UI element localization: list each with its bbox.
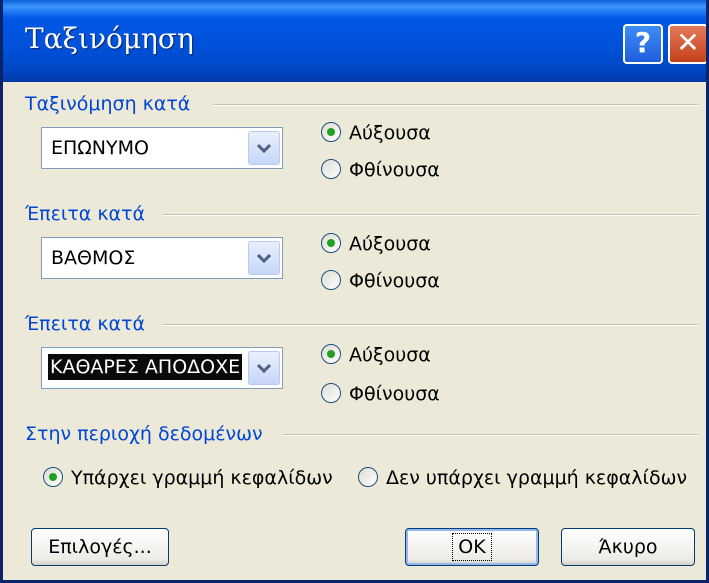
then-by-1-label: Έπειτα κατά [25,203,146,225]
data-range-label: Στην περιοχή δεδομένων [25,423,263,445]
radio-icon [358,466,378,487]
then-by-2-descending-label: Φθίνουσα [349,383,440,405]
section-divider [163,214,698,216]
close-icon: ✕ [676,26,700,59]
options-button-label: Επιλογές... [48,536,152,558]
no-header-radio[interactable]: Δεν υπάρχει γραμμή κεφαλίδων [358,466,688,489]
chevron-down-icon[interactable] [248,241,280,275]
title-bar[interactable]: Ταξινόμηση ? ✕ [3,0,706,82]
radio-icon [321,158,341,179]
cancel-button[interactable]: Άκυρο [561,528,695,566]
then-by-1-descending-label: Φθίνουσα [349,270,440,292]
has-header-label: Υπάρχει γραμμή κεφαλίδων [71,467,333,489]
radio-selected-icon [43,466,63,487]
sort-dialog: Ταξινόμηση ? ✕ Ταξινόμηση κατά ΕΠΩΝΥΜΟ Α… [0,0,709,583]
then-by-2-label: Έπειτα κατά [25,313,146,335]
sort-by-descending-label: Φθίνουσα [349,159,440,181]
radio-icon [321,269,341,290]
radio-selected-icon [321,232,341,253]
help-button[interactable]: ? [623,24,663,64]
section-divider [283,434,698,436]
options-button[interactable]: Επιλογές... [31,528,169,566]
then-by-1-value: ΒΑΘΜΟΣ [51,247,136,269]
sort-by-label: Ταξινόμηση κατά [25,93,191,115]
radio-selected-icon [321,121,341,142]
help-icon: ? [634,26,652,59]
ok-button-label: OK [452,533,492,561]
ok-button[interactable]: OK [405,528,539,566]
sort-by-descending-radio[interactable]: Φθίνουσα [321,158,440,181]
close-button[interactable]: ✕ [668,24,706,64]
then-by-2-ascending-radio[interactable]: Αύξουσα [321,343,431,366]
then-by-2-descending-radio[interactable]: Φθίνουσα [321,382,440,405]
section-divider [213,104,698,106]
no-header-label: Δεν υπάρχει γραμμή κεφαλίδων [386,467,688,489]
sort-by-ascending-radio[interactable]: Αύξουσα [321,121,431,144]
dialog-title: Ταξινόμηση [25,22,194,55]
chevron-down-icon[interactable] [248,131,280,165]
section-divider [163,324,698,326]
sort-by-value: ΕΠΩΝΥΜΟ [51,137,149,159]
cancel-button-label: Άκυρο [598,536,658,558]
then-by-1-select[interactable]: ΒΑΘΜΟΣ [41,237,283,279]
then-by-2-value: ΚΑΘΑΡΕΣ ΑΠΟΔΟΧΕ [48,354,243,380]
radio-icon [321,382,341,403]
then-by-1-descending-radio[interactable]: Φθίνουσα [321,269,440,292]
then-by-1-ascending-radio[interactable]: Αύξουσα [321,232,431,255]
then-by-2-select[interactable]: ΚΑΘΑΡΕΣ ΑΠΟΔΟΧΕ [41,347,283,389]
has-header-radio[interactable]: Υπάρχει γραμμή κεφαλίδων [43,466,333,489]
then-by-2-ascending-label: Αύξουσα [349,344,431,366]
then-by-1-ascending-label: Αύξουσα [349,233,431,255]
radio-selected-icon [321,343,341,364]
chevron-down-icon[interactable] [248,351,280,385]
sort-by-ascending-label: Αύξουσα [349,122,431,144]
sort-by-select[interactable]: ΕΠΩΝΥΜΟ [41,127,283,169]
